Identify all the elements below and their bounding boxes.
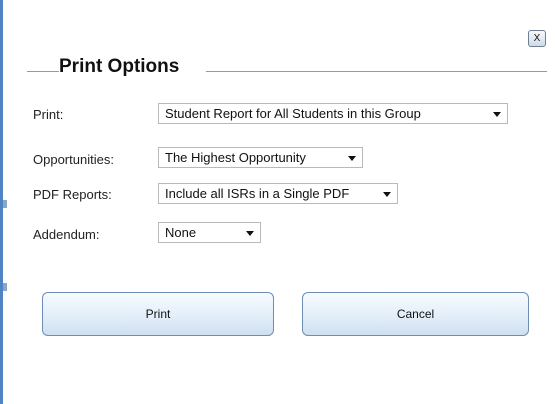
pdf-reports-select[interactable]: Include all ISRs in a Single PDF [158,183,398,204]
opportunities-label: Opportunities: [33,152,114,167]
chevron-down-icon[interactable] [246,231,254,236]
close-icon[interactable]: X [534,33,541,44]
pdf-reports-select-value: Include all ISRs in a Single PDF [165,186,350,201]
addendum-select-value: None [165,225,197,240]
chevron-down-icon[interactable] [493,112,501,117]
print-select[interactable]: Student Report for All Students in this … [158,103,508,124]
close-button[interactable]: X [528,30,546,47]
print-button[interactable]: Print [42,292,274,336]
dialog-title: Print Options [59,56,180,77]
title-divider [27,71,59,72]
chevron-down-icon[interactable] [383,192,391,197]
cancel-button[interactable]: Cancel [302,292,529,336]
title-divider [206,71,547,72]
opportunities-select-value: The Highest Opportunity [165,150,306,165]
addendum-label: Addendum: [33,227,100,242]
pdf-reports-label: PDF Reports: [33,187,112,202]
chevron-down-icon[interactable] [348,156,356,161]
opportunities-select[interactable]: The Highest Opportunity [158,147,363,168]
print-select-value: Student Report for All Students in this … [165,106,421,121]
print-options-dialog: X Print Options Print: Student Report fo… [7,0,555,404]
addendum-select[interactable]: None [158,222,261,243]
print-label: Print: [33,107,64,122]
